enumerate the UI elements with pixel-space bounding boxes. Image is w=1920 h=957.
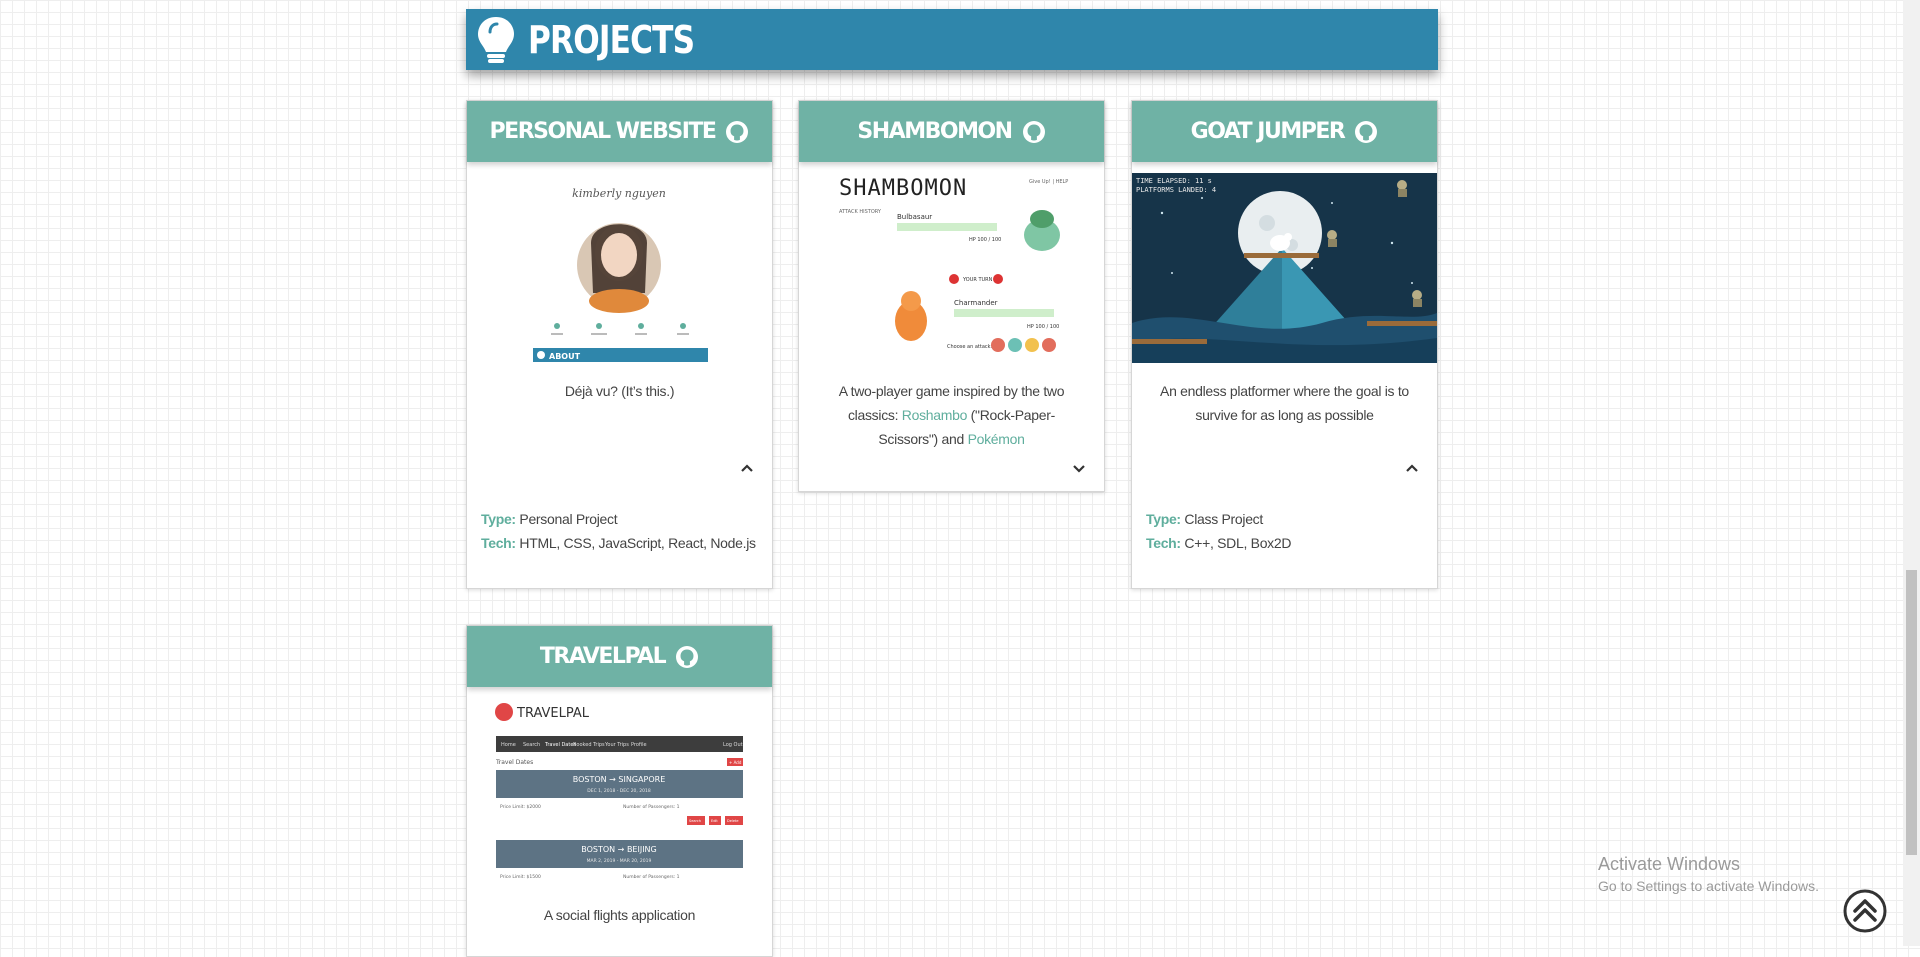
preview-choose: Choose an attack: bbox=[947, 344, 993, 350]
preview-nav-item: Your Trips bbox=[604, 742, 629, 748]
preview-nav-item: Home bbox=[501, 742, 516, 748]
preview-nav-item: Travel Dates bbox=[544, 742, 576, 748]
trip2-to: BEIJING bbox=[627, 845, 657, 854]
tech-label: Tech: bbox=[1146, 535, 1181, 551]
back-to-top-button[interactable] bbox=[1842, 888, 1888, 934]
github-icon[interactable] bbox=[1022, 120, 1046, 144]
chevron-up-icon[interactable] bbox=[740, 463, 754, 473]
roshambo-link[interactable]: Roshambo bbox=[902, 407, 968, 423]
windows-activation-notice: Activate Windows Go to Settings to activ… bbox=[1598, 852, 1819, 896]
preview-p2-name: Charmander bbox=[954, 299, 998, 307]
scrollbar-thumb[interactable] bbox=[1906, 570, 1917, 855]
preview-turn: YOUR TURN bbox=[962, 277, 993, 283]
card-header: GOAT JUMPER bbox=[1132, 101, 1437, 162]
project-preview-image: TRAVELPAL Home Search Travel Dates Booke… bbox=[467, 698, 772, 888]
card-header: SHAMBOMON bbox=[799, 101, 1104, 162]
trip2-price: Price Limit: $1500 bbox=[500, 874, 541, 880]
project-description: An endless platformer where the goal is … bbox=[1160, 383, 1409, 423]
project-preview-image: SHAMBOMON Give Up! | HELP ATTACK HISTORY… bbox=[799, 173, 1104, 363]
project-type: Type: Personal Project bbox=[481, 507, 618, 531]
type-value: Class Project bbox=[1184, 511, 1263, 527]
trip-button: Search bbox=[689, 819, 701, 823]
type-label: Type: bbox=[481, 511, 516, 527]
project-title: SHAMBOMON bbox=[857, 119, 1013, 144]
project-card-travelpal: TRAVELPAL TRAVELPAL Home Search Travel D… bbox=[466, 625, 773, 957]
trip2-dates: MAR 2, 2019 - MAR 20, 2019 bbox=[587, 858, 652, 864]
project-card-shambomon: SHAMBOMON SHAMBOMON Give Up! | HELP ATTA… bbox=[798, 100, 1105, 492]
preview-hud-time: TIME ELAPSED: 11 s bbox=[1136, 177, 1212, 185]
tech-value: C++, SDL, Box2D bbox=[1184, 535, 1292, 551]
trip-button: Delete bbox=[727, 819, 739, 823]
trip1-dates: DEC 1, 2018 - DEC 20, 2018 bbox=[587, 788, 651, 794]
preview-p1-name: Bulbasaur bbox=[897, 213, 932, 221]
svg-text:BOSTON → BEIJING: BOSTON → BEIJING bbox=[581, 845, 657, 854]
preview-top-right: Give Up! | HELP bbox=[1029, 179, 1068, 185]
project-preview-image: TIME ELAPSED: 11 s PLATFORMS LANDED: 4 bbox=[1132, 173, 1437, 363]
activation-title: Activate Windows bbox=[1598, 854, 1741, 874]
trip1-to: SINGAPORE bbox=[618, 775, 665, 784]
project-title: TRAVELPAL bbox=[539, 644, 667, 669]
trip1-pax: Number of Passengers: 1 bbox=[623, 804, 680, 810]
project-preview-image: kimberly nguyen ABOUT bbox=[467, 173, 772, 363]
tech-value: HTML, CSS, JavaScript, React, Node.js bbox=[519, 535, 756, 551]
pokemon-link[interactable]: Pokémon bbox=[968, 431, 1025, 447]
trip2-from: BOSTON bbox=[581, 845, 615, 854]
project-tech: Tech: C++, SDL, Box2D bbox=[1146, 531, 1291, 555]
project-card-personal-website: PERSONAL WEBSITE kimberly nguyen ABOUT D… bbox=[466, 100, 773, 589]
preview-brand: TRAVELPAL bbox=[516, 706, 590, 721]
preview-banner: ABOUT bbox=[549, 352, 581, 361]
project-title: GOAT JUMPER bbox=[1190, 119, 1346, 144]
project-tech: Tech: HTML, CSS, JavaScript, React, Node… bbox=[481, 531, 756, 555]
page-scrollbar[interactable] bbox=[1903, 0, 1920, 946]
project-description: A social flights application bbox=[543, 907, 696, 923]
github-icon[interactable] bbox=[1354, 120, 1378, 144]
chevron-up-icon[interactable] bbox=[1405, 463, 1419, 473]
section-title: PROJECTS bbox=[528, 17, 695, 62]
project-title: PERSONAL WEBSITE bbox=[489, 119, 717, 144]
activation-subtitle: Go to Settings to activate Windows. bbox=[1598, 878, 1819, 894]
projects-section-header: PROJECTS bbox=[466, 9, 1438, 70]
project-description: A two-player game inspired by the two cl… bbox=[819, 379, 1084, 451]
preview-nav-item: Booked Trips bbox=[573, 742, 605, 748]
chevron-down-icon[interactable] bbox=[1072, 463, 1086, 473]
project-type: Type: Class Project bbox=[1146, 507, 1263, 531]
type-value: Personal Project bbox=[519, 511, 618, 527]
type-label: Type: bbox=[1146, 511, 1181, 527]
preview-history: ATTACK HISTORY bbox=[839, 209, 882, 215]
trip2-pax: Number of Passengers: 1 bbox=[623, 874, 680, 880]
github-icon[interactable] bbox=[675, 645, 699, 669]
card-header: TRAVELPAL bbox=[467, 626, 772, 687]
preview-p2-hp: HP 100 / 100 bbox=[1027, 324, 1059, 330]
project-card-goat-jumper: GOAT JUMPER TIME ELAPSED: 11 s PLATFORMS… bbox=[1131, 100, 1438, 589]
lightbulb-icon bbox=[478, 16, 514, 63]
trip-button: Edit bbox=[711, 819, 718, 823]
card-header: PERSONAL WEBSITE bbox=[467, 101, 772, 162]
preview-logout: Log Out bbox=[723, 742, 743, 748]
preview-add: + Add bbox=[729, 760, 742, 765]
trip1-from: BOSTON bbox=[573, 775, 607, 784]
preview-hud-platforms: PLATFORMS LANDED: 4 bbox=[1136, 186, 1216, 194]
preview-heading: Travel Dates bbox=[495, 759, 533, 766]
github-icon[interactable] bbox=[725, 120, 749, 144]
trip1-price: Price Limit: $2000 bbox=[500, 804, 541, 810]
project-description: Déjà vu? (It’s this.) bbox=[564, 383, 675, 399]
svg-text:BOSTON → SINGAPORE: BOSTON → SINGAPORE bbox=[573, 775, 666, 784]
preview-p1-hp: HP 100 / 100 bbox=[969, 237, 1001, 243]
preview-nav-item: Profile bbox=[631, 742, 647, 748]
tech-label: Tech: bbox=[481, 535, 516, 551]
preview-nav-item: Search bbox=[523, 742, 540, 748]
preview-signature: kimberly nguyen bbox=[572, 187, 666, 200]
preview-logo: SHAMBOMON bbox=[839, 176, 967, 201]
